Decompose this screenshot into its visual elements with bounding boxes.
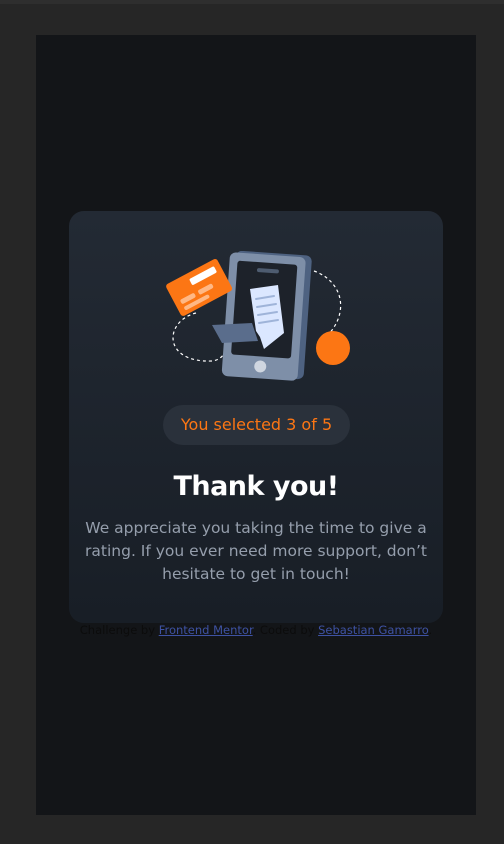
- attribution: Challenge by Frontend Mentor. Coded by S…: [36, 623, 476, 637]
- thank-you-message: We appreciate you taking the time to giv…: [85, 519, 427, 583]
- browser-top-strip: [0, 0, 504, 4]
- author-link[interactable]: Sebastian Gamarro: [318, 623, 428, 637]
- attribution-suffix: .: [428, 623, 433, 637]
- page-viewport: You selected 3 of 5 Thank you! We apprec…: [36, 35, 476, 815]
- attribution-middle: . Coded by: [252, 623, 315, 637]
- selected-rating-badge: You selected 3 of 5: [163, 405, 350, 445]
- attribution-prefix: Challenge by: [79, 623, 156, 637]
- thank-you-title: Thank you!: [173, 471, 339, 502]
- thank-you-illustration-icon: [166, 251, 350, 381]
- thank-you-card: You selected 3 of 5 Thank you! We apprec…: [69, 211, 443, 623]
- frontend-mentor-link[interactable]: Frontend Mentor: [159, 623, 253, 637]
- browser-frame: You selected 3 of 5 Thank you! We apprec…: [0, 0, 504, 844]
